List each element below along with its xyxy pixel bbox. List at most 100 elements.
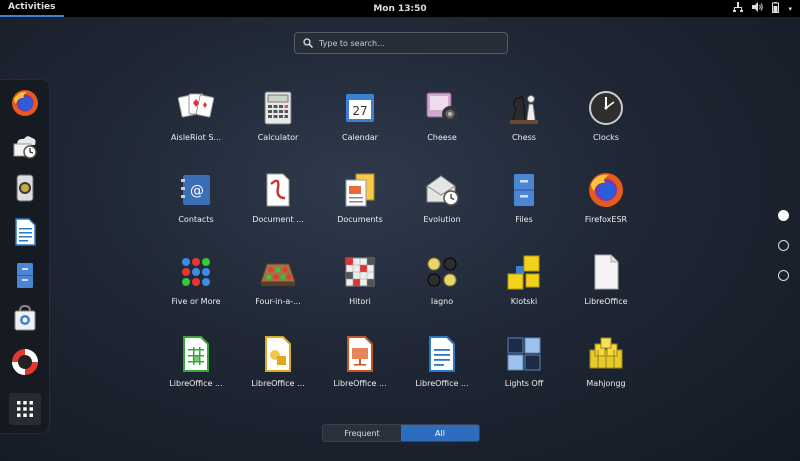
libreoffice-impress-icon [347,336,373,372]
app-label: LibreOffice ... [169,379,223,388]
app-mahjongg[interactable]: Mahjongg [565,334,647,406]
four-in-a-row-icon [260,263,296,286]
dash-files[interactable] [9,259,41,291]
hitori-icon [345,257,375,287]
libreoffice-writer-icon [15,218,36,246]
libreoffice-icon [594,254,619,290]
evolution-icon [16,174,34,202]
klotski-icon [507,255,540,290]
app-label: Klotski [510,297,538,306]
svg-text:@: @ [190,183,204,199]
top-bar: Activities Mon 13:50 ▾ [0,0,800,17]
five-or-more-icon [182,258,210,286]
frequent-tab[interactable]: Frequent [323,425,401,441]
page-dot-3[interactable] [778,270,789,281]
dash-writer[interactable] [9,216,41,248]
cheese-icon [426,92,458,122]
app-klotski[interactable]: Klotski [483,252,565,324]
app-label: LibreOffice ... [251,379,305,388]
dash-software-center[interactable] [9,302,41,334]
libreoffice-writer-icon [429,336,455,372]
activities-button[interactable]: Activities [0,0,64,17]
mahjongg-icon [589,337,623,369]
view-switcher: Frequent All [322,424,480,442]
firefox-icon [589,173,623,207]
battery-icon[interactable] [772,1,780,16]
app-label: Contacts [178,215,214,224]
chess-icon [510,94,538,124]
app-four-in-a-row[interactable]: Four-in-a-... [237,252,319,324]
app-label: Five or More [171,297,221,306]
app-calculator[interactable]: Calculator [237,88,319,160]
system-menu-arrow[interactable]: ▾ [788,5,792,13]
app-label: Iagno [430,297,454,306]
app-label: Chess [512,133,536,142]
firefox-icon [12,90,38,116]
app-libreoffice-draw[interactable]: LibreOffice ... [237,334,319,406]
page-dot-2[interactable] [778,240,789,251]
cards-icon [177,93,215,118]
app-lights-off[interactable]: Lights Off [483,334,565,406]
app-five-or-more[interactable]: Five or More [155,252,237,324]
calculator-icon [264,91,292,125]
help-icon [12,349,38,375]
app-label: Four-in-a-... [255,297,301,306]
app-hitori[interactable]: Hitori [319,252,401,324]
app-label: Document ... [252,215,304,224]
network-icon[interactable] [733,2,744,15]
app-label: Mahjongg [586,379,626,388]
dash-evolution[interactable] [9,172,41,204]
app-label: Hitori [349,297,371,306]
app-evolution[interactable]: Evolution [401,170,483,242]
system-tray[interactable]: ▾ [733,0,792,17]
evolution-icon [426,175,459,206]
libreoffice-draw-icon [265,336,291,372]
app-label: LibreOffice ... [415,379,469,388]
app-label: LibreOffice [584,297,628,306]
app-label: Evolution [423,215,461,224]
app-libreoffice-writer[interactable]: LibreOffice ... [401,334,483,406]
app-libreoffice-calc[interactable]: LibreOffice ... [155,334,237,406]
software-center-icon [14,304,36,331]
app-chess[interactable]: Chess [483,88,565,160]
app-label: Calculator [257,133,299,142]
app-libreoffice-impress[interactable]: LibreOffice ... [319,334,401,406]
app-calendar[interactable]: 27 Calendar [319,88,401,160]
clock-icon [589,91,623,125]
show-apps-button[interactable] [9,393,41,425]
app-label: Calendar [342,133,378,142]
app-label: FirefoxESR [584,215,628,224]
app-iagno[interactable]: Iagno [401,252,483,324]
volume-icon[interactable] [752,2,764,15]
app-firefox-esr[interactable]: FirefoxESR [565,170,647,242]
software-icon [13,136,37,159]
iagno-icon [427,257,457,287]
dash [0,79,50,434]
search-box[interactable] [294,32,508,54]
app-label: Clocks [593,133,619,142]
document-viewer-icon [266,173,290,207]
app-label: Cheese [427,133,457,142]
clock-button[interactable]: Mon 13:50 [373,4,426,14]
show-apps-icon [17,401,33,417]
app-cheese[interactable]: Cheese [401,88,483,160]
dash-firefox[interactable] [9,87,41,119]
lights-off-icon [507,337,541,371]
app-document-viewer[interactable]: Document ... [237,170,319,242]
app-documents[interactable]: Documents [319,170,401,242]
dash-help[interactable] [9,346,41,378]
app-files[interactable]: Files [483,170,565,242]
calendar-day: 27 [352,104,367,118]
page-dot-1[interactable] [778,210,789,221]
app-libreoffice[interactable]: LibreOffice [565,252,647,324]
files-icon [17,263,33,288]
files-icon [514,174,534,206]
app-aisleriot[interactable]: AisleRiot S... [155,88,237,160]
app-clocks[interactable]: Clocks [565,88,647,160]
clock-container: Mon 13:50 [0,4,800,14]
app-contacts[interactable]: @ Contacts [155,170,237,242]
libreoffice-calc-icon [183,336,209,372]
all-tab[interactable]: All [401,425,479,441]
search-input[interactable] [319,38,499,48]
dash-software[interactable] [9,130,41,162]
